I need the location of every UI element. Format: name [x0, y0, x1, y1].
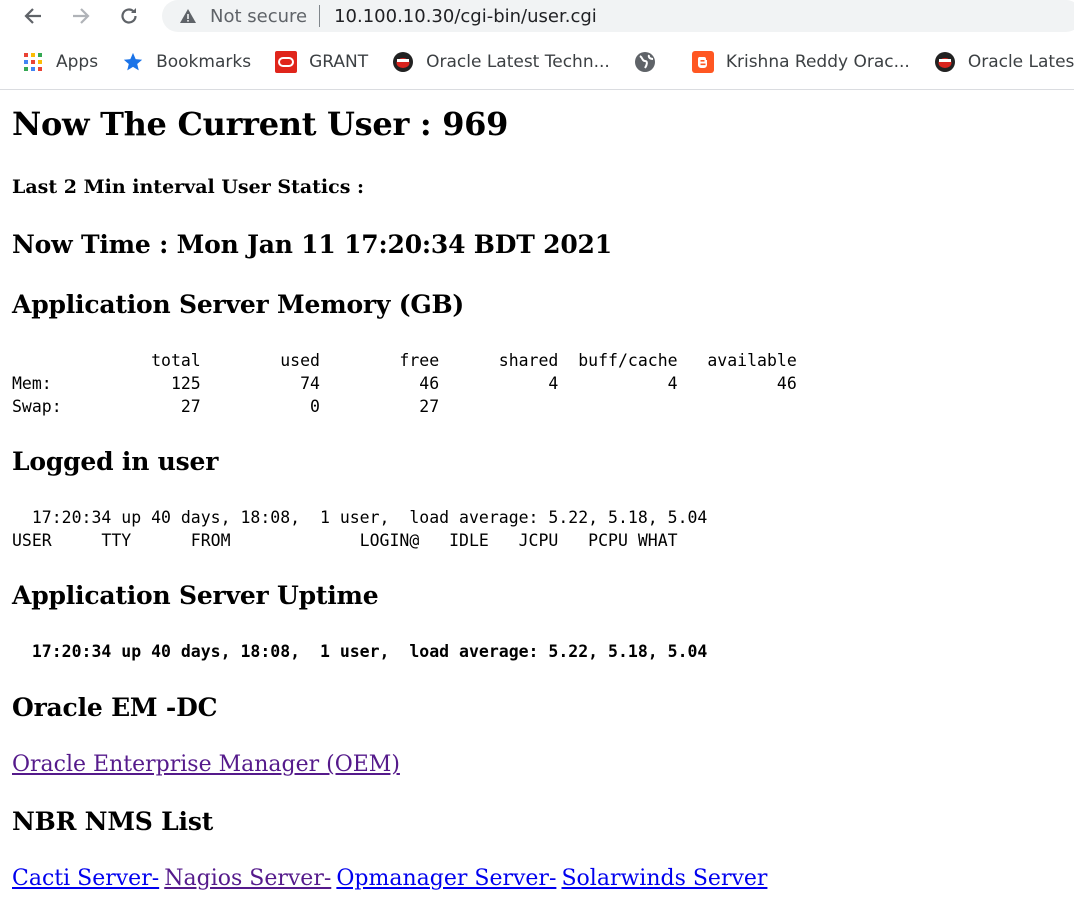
bookmark-favicon-icon — [392, 51, 414, 73]
solarwinds-server-link[interactable]: Solarwinds Server — [561, 866, 767, 891]
opmanager-server-link[interactable]: Opmanager Server- — [336, 866, 556, 891]
bookmark-bookmarks[interactable]: Bookmarks — [122, 51, 251, 73]
nagios-server-link[interactable]: Nagios Server- — [164, 866, 331, 891]
apps-grid-icon — [22, 51, 44, 73]
bookmark-grant[interactable]: GRANT — [275, 51, 368, 73]
bookmark-krishna-reddy[interactable]: Krishna Reddy Orac... — [691, 51, 910, 73]
memory-table: total used free shared buff/cache availa… — [12, 351, 797, 416]
bookmark-label: Oracle Latest Techn... — [426, 52, 610, 72]
bookmark-oracle-latest-1[interactable]: Oracle Latest Techn... — [392, 51, 610, 73]
omnibox[interactable]: Not secure 10.100.10.30/cgi-bin/user.cgi — [162, 0, 1074, 32]
now-time-heading: Now Time : Mon Jan 11 17:20:34 BDT 2021 — [12, 230, 612, 259]
interval-stats-heading: Last 2 Min interval User Statics : — [12, 176, 365, 198]
uptime-output: 17:20:34 up 40 days, 18:08, 1 user, load… — [12, 642, 708, 661]
globe-icon — [634, 51, 656, 73]
logged-in-output: 17:20:34 up 40 days, 18:08, 1 user, load… — [12, 508, 708, 550]
oem-heading: Oracle EM -DC — [12, 693, 218, 722]
bookmarks-bar: Apps Bookmarks GRANT Oracle Latest Techn… — [0, 38, 1074, 86]
current-user-heading: Now The Current User : 969 — [12, 105, 509, 143]
forward-arrow-icon[interactable] — [66, 2, 96, 30]
memory-heading: Application Server Memory (GB) — [12, 290, 465, 319]
bookmark-label: GRANT — [309, 52, 369, 72]
reload-icon[interactable] — [114, 2, 144, 30]
omnibox-separator — [319, 5, 321, 27]
bookmark-label: Apps — [56, 52, 99, 72]
cacti-server-link[interactable]: Cacti Server- — [12, 866, 159, 891]
warning-triangle-icon[interactable] — [178, 6, 198, 26]
back-arrow-icon[interactable] — [18, 2, 48, 30]
chrome-divider — [0, 89, 1074, 90]
bookmark-favicon-icon — [934, 51, 956, 73]
star-icon — [122, 51, 144, 73]
bookmark-label: Krishna Reddy Orac... — [725, 52, 910, 72]
blogger-icon — [691, 51, 714, 73]
uptime-heading: Application Server Uptime — [12, 581, 379, 610]
bookmark-label: Oracle Latest Tech — [967, 52, 1074, 72]
bookmark-globe[interactable] — [634, 51, 668, 73]
bookmark-oracle-latest-2[interactable]: Oracle Latest Tech — [934, 51, 1074, 73]
address-bar-row: Not secure 10.100.10.30/cgi-bin/user.cgi — [0, 0, 1074, 34]
oem-link[interactable]: Oracle Enterprise Manager (OEM) — [12, 752, 400, 777]
bookmark-apps[interactable]: Apps — [22, 51, 98, 73]
nms-link-list: Cacti Server- Nagios Server- Opmanager S… — [12, 866, 767, 891]
security-status-label[interactable]: Not secure — [210, 6, 307, 27]
logged-in-heading: Logged in user — [12, 447, 219, 476]
nms-heading: NBR NMS List — [12, 807, 214, 836]
oracle-logo-icon — [275, 51, 298, 73]
url-text[interactable]: 10.100.10.30/cgi-bin/user.cgi — [334, 6, 597, 27]
bookmark-label: Bookmarks — [156, 52, 252, 72]
